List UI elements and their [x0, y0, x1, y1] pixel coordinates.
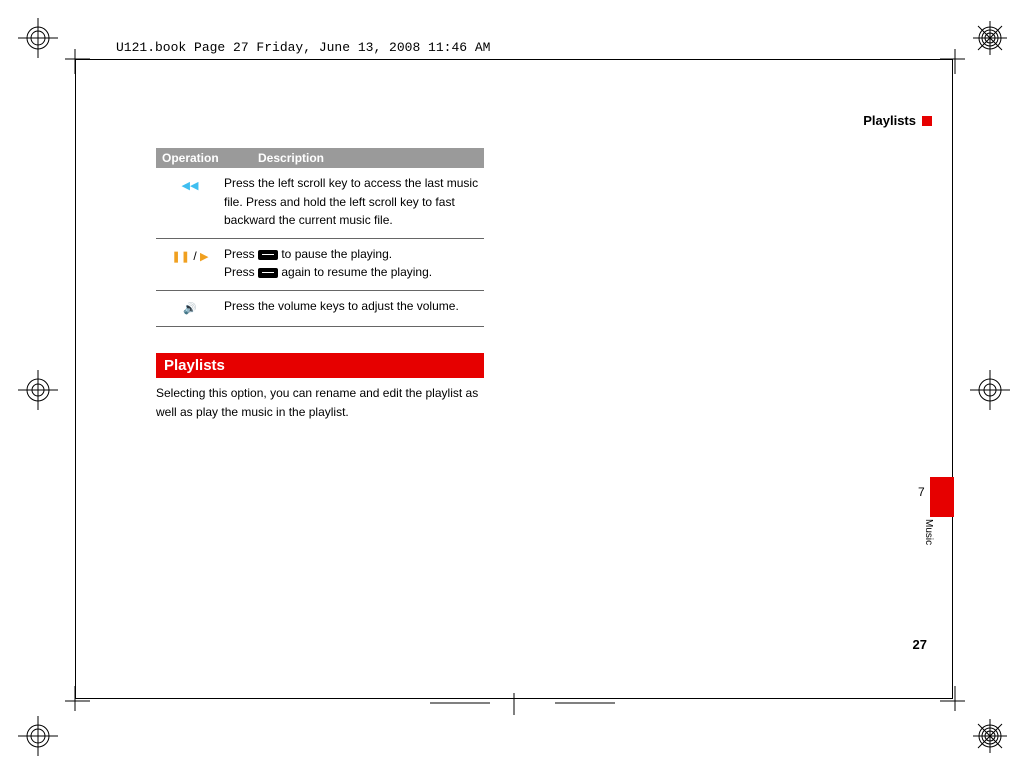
- registration-mark-bottom-right: [970, 716, 1010, 756]
- pause-desc-after2: again to resume the playing.: [278, 265, 432, 279]
- slash-text: /: [193, 249, 200, 263]
- operations-table-header: Operation Description: [156, 148, 484, 168]
- operations-header-description: Description: [258, 151, 324, 165]
- chapter-side-tab: 7 Music: [930, 477, 954, 517]
- volume-icon: 🔊: [183, 303, 197, 315]
- playlists-heading: Playlists: [156, 353, 484, 378]
- play-icon: ▶: [200, 251, 208, 263]
- key-button-icon: [258, 250, 278, 260]
- registration-mark-right: [970, 370, 1010, 410]
- frame-label: U121.book Page 27 Friday, June 13, 2008 …: [116, 40, 490, 55]
- registration-mark-top-left: [18, 18, 58, 58]
- section-marker: Playlists: [863, 113, 932, 128]
- crop-mark-bottom-1: [430, 698, 490, 708]
- registration-mark-left: [18, 370, 58, 410]
- operations-desc-volume: Press the volume keys to adjust the volu…: [224, 297, 484, 318]
- operations-desc-rewind: Press the left scroll key to access the …: [224, 174, 484, 230]
- operations-row-pause-play: ❚❚ / ▶ Press to pause the playing. Press…: [156, 239, 484, 291]
- registration-mark-bottom-left: [18, 716, 58, 756]
- chapter-label: Music: [923, 519, 934, 545]
- playlists-description: Selecting this option, you can rename an…: [156, 384, 484, 421]
- rewind-icon: ◀◀: [182, 180, 199, 192]
- operations-header-operation: Operation: [162, 151, 258, 165]
- pause-desc-before1: Press: [224, 247, 258, 261]
- pause-desc-after1: to pause the playing.: [278, 247, 392, 261]
- chapter-tab-red-box: [930, 477, 954, 517]
- operations-row-volume: 🔊 Press the volume keys to adjust the vo…: [156, 291, 484, 327]
- pause-icon: ❚❚: [172, 251, 190, 263]
- key-button-icon: [258, 268, 278, 278]
- section-marker-text: Playlists: [863, 113, 916, 128]
- chapter-number: 7: [918, 485, 925, 499]
- page-number: 27: [913, 637, 927, 652]
- pause-desc-before2: Press: [224, 265, 258, 279]
- section-marker-square-icon: [922, 116, 932, 126]
- crop-mark-bottom-2: [555, 698, 615, 708]
- operations-row-rewind: ◀◀ Press the left scroll key to access t…: [156, 168, 484, 239]
- content-column: Operation Description ◀◀ Press the left …: [156, 148, 484, 421]
- registration-mark-top-right: [970, 18, 1010, 58]
